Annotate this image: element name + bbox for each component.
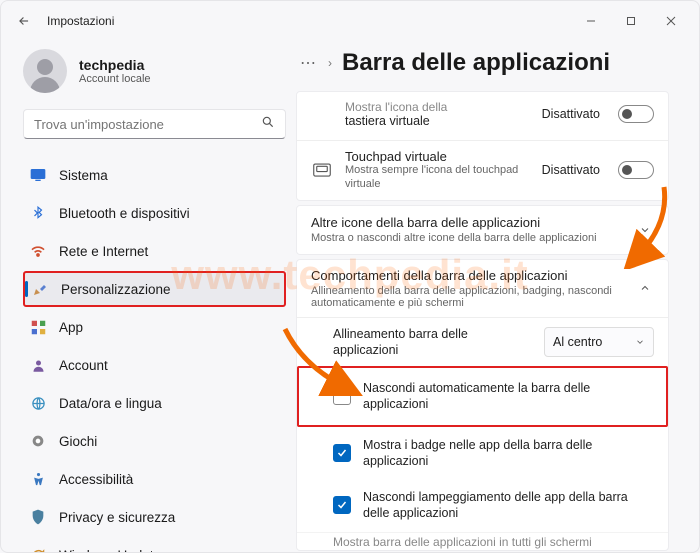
- sidebar-item-label: Data/ora e lingua: [59, 396, 162, 411]
- bluetooth-icon: [29, 204, 47, 222]
- breadcrumb-separator: ›: [328, 56, 332, 70]
- section-desc: Allineamento della barra delle applicazi…: [311, 285, 624, 309]
- row-title: tastiera virtuale: [345, 114, 530, 128]
- maximize-button[interactable]: [611, 7, 651, 35]
- update-icon: [29, 546, 47, 552]
- section-title: Comportamenti della barra delle applicaz…: [311, 268, 624, 283]
- row-state: Disattivato: [542, 107, 600, 121]
- row-alignment: Allineamento barra delle applicazioni Al…: [297, 317, 668, 367]
- chevron-up-icon: [636, 282, 654, 294]
- card-behavior: Comportamenti della barra delle applicaz…: [296, 259, 669, 551]
- sidebar-item-label: Rete e Internet: [59, 244, 148, 259]
- sidebar-item-bluetooth[interactable]: Bluetooth e dispositivi: [23, 195, 286, 231]
- row-behavior-header[interactable]: Comportamenti della barra delle applicaz…: [297, 260, 668, 317]
- checkbox-label: Mostra barra delle applicazioni in tutti…: [333, 533, 592, 549]
- content-pane: ⋯ › Barra delle applicazioni Mostra l'ic…: [296, 41, 699, 552]
- search-input[interactable]: [34, 117, 261, 132]
- row-desc: Mostra sempre l'icona del touchpad virtu…: [345, 164, 530, 192]
- wifi-icon: [29, 242, 47, 260]
- sidebar-item-label: Account: [59, 358, 108, 373]
- sidebar-item-personalizzazione[interactable]: Personalizzazione: [23, 271, 286, 307]
- minimize-button[interactable]: [571, 7, 611, 35]
- account-icon: [29, 356, 47, 374]
- sidebar-item-giochi[interactable]: Giochi: [23, 423, 286, 459]
- toggle-touchpad[interactable]: [618, 161, 654, 179]
- sidebar-item-accessibilita[interactable]: Accessibilità: [23, 461, 286, 497]
- language-icon: [29, 394, 47, 412]
- chevron-down-icon: [636, 224, 654, 236]
- personalization-icon: [31, 280, 49, 298]
- row-title: Mostra l'icona della: [345, 100, 530, 114]
- account-block[interactable]: techpedia Account locale: [23, 49, 286, 93]
- account-type: Account locale: [79, 73, 151, 85]
- card-system-tray: Mostra l'icona della tastiera virtuale D…: [296, 91, 669, 201]
- account-name: techpedia: [79, 57, 151, 73]
- checkbox-label: Nascondi lampeggiamento delle app della …: [363, 489, 654, 522]
- apps-icon: [29, 318, 47, 336]
- checkbox-label: Nascondi automaticamente la barra delle …: [363, 380, 654, 413]
- checkbox-label: Mostra i badge nelle app della barra del…: [363, 437, 654, 470]
- search-icon: [261, 115, 275, 134]
- sidebar-item-label: Sistema: [59, 168, 108, 183]
- system-icon: [29, 166, 47, 184]
- row-title: Allineamento barra delle applicazioni: [333, 326, 532, 359]
- search-box[interactable]: [23, 109, 286, 139]
- page-title: Barra delle applicazioni: [342, 49, 610, 77]
- accessibility-icon: [29, 470, 47, 488]
- avatar: [23, 49, 67, 93]
- title-bar: Impostazioni: [1, 1, 699, 41]
- sidebar-item-label: Windows Update: [59, 548, 161, 553]
- back-button[interactable]: [15, 12, 33, 30]
- checkbox-flash[interactable]: [333, 496, 351, 514]
- sidebar: techpedia Account locale Sistema Bluetoo…: [1, 41, 296, 552]
- row-title: Touchpad virtuale: [345, 149, 530, 164]
- row-cutoff: Mostra barra delle applicazioni in tutti…: [297, 532, 668, 550]
- sidebar-item-label: Bluetooth e dispositivi: [59, 206, 190, 221]
- sidebar-item-privacy[interactable]: Privacy e sicurezza: [23, 499, 286, 535]
- checkbox-badges[interactable]: [333, 444, 351, 462]
- sidebar-item-label: Accessibilità: [59, 472, 133, 487]
- sidebar-item-label: Privacy e sicurezza: [59, 510, 175, 525]
- dropdown-alignment[interactable]: Al centro: [544, 327, 654, 357]
- sidebar-item-dataora[interactable]: Data/ora e lingua: [23, 385, 286, 421]
- card-other-icons[interactable]: Altre icone della barra delle applicazio…: [296, 205, 669, 255]
- row-state: Disattivato: [542, 163, 600, 177]
- section-title: Altre icone della barra delle applicazio…: [311, 215, 624, 230]
- row-badges[interactable]: Mostra i badge nelle app della barra del…: [297, 427, 668, 480]
- sidebar-item-app[interactable]: App: [23, 309, 286, 345]
- window-title: Impostazioni: [47, 14, 114, 28]
- row-autohide[interactable]: Nascondi automaticamente la barra delle …: [297, 366, 668, 427]
- sidebar-item-rete[interactable]: Rete e Internet: [23, 233, 286, 269]
- sidebar-item-label: Giochi: [59, 434, 97, 449]
- row-flash[interactable]: Nascondi lampeggiamento delle app della …: [297, 479, 668, 532]
- touchpad-icon: [311, 163, 333, 177]
- gaming-icon: [29, 432, 47, 450]
- privacy-icon: [29, 508, 47, 526]
- content-header: ⋯ › Barra delle applicazioni: [296, 41, 691, 91]
- sidebar-item-label: Personalizzazione: [61, 282, 171, 297]
- dropdown-value: Al centro: [553, 335, 602, 349]
- sidebar-item-account[interactable]: Account: [23, 347, 286, 383]
- section-desc: Mostra o nascondi altre icone della barr…: [311, 232, 624, 244]
- sidebar-item-sistema[interactable]: Sistema: [23, 157, 286, 193]
- more-button[interactable]: ⋯: [300, 53, 318, 73]
- nav-list: Sistema Bluetooth e dispositivi Rete e I…: [23, 157, 286, 552]
- toggle-keyboard[interactable]: [618, 105, 654, 123]
- close-button[interactable]: [651, 7, 691, 35]
- checkbox-autohide[interactable]: [333, 387, 351, 405]
- sidebar-item-label: App: [59, 320, 83, 335]
- sidebar-item-update[interactable]: Windows Update: [23, 537, 286, 552]
